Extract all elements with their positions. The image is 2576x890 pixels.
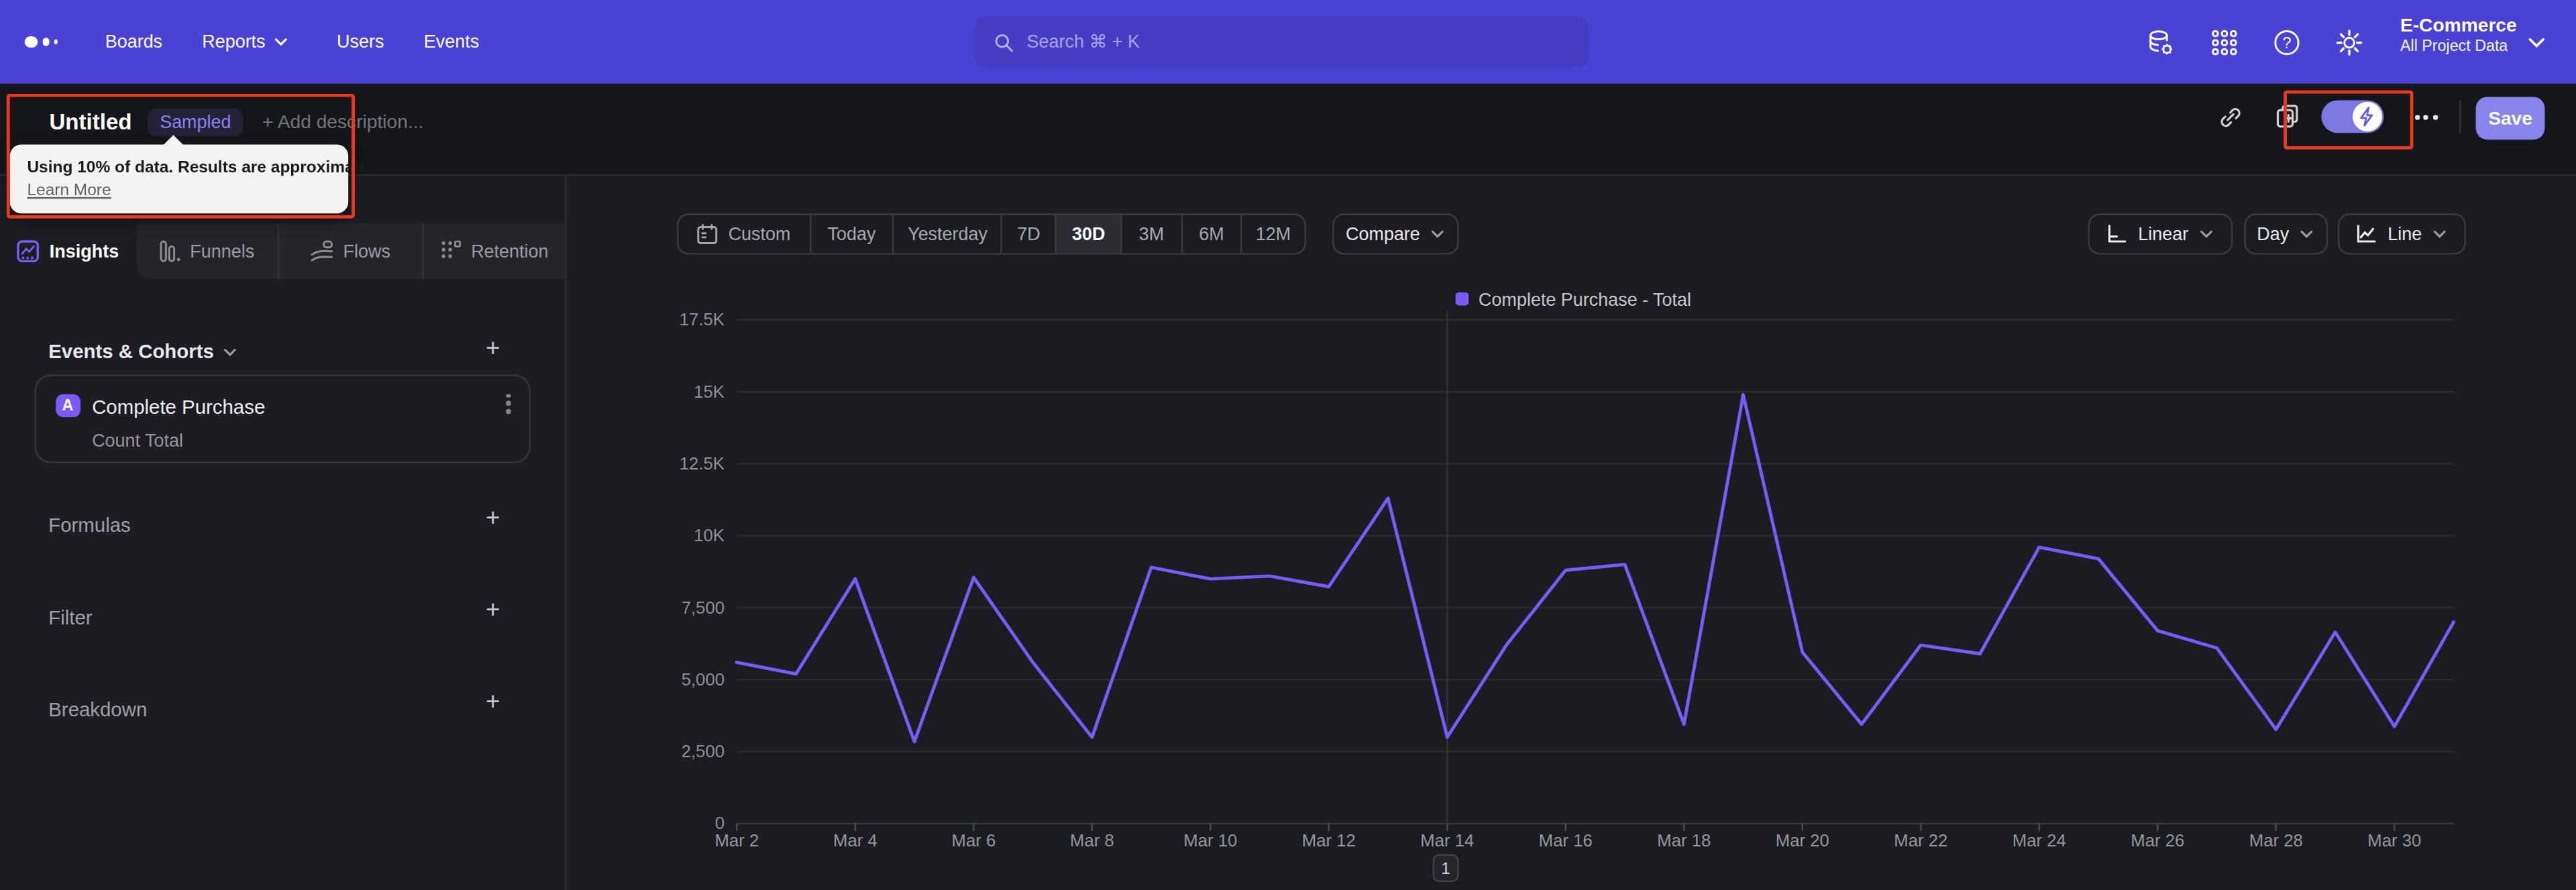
apps-grid-icon[interactable]	[2210, 27, 2239, 56]
chevron-down-icon	[1432, 229, 1445, 237]
help-icon[interactable]: ?	[2272, 27, 2302, 56]
mixpanel-logo-icon[interactable]	[25, 0, 58, 84]
svg-text:Mar 24: Mar 24	[2012, 831, 2066, 850]
annotation-rect-title	[7, 94, 355, 219]
retention-icon	[440, 240, 462, 262]
project-name: E-Commerce	[2400, 15, 2517, 36]
svg-text:Mar 28: Mar 28	[2249, 831, 2303, 850]
nav-item-boards[interactable]: Boards	[105, 0, 162, 84]
svg-text:10K: 10K	[694, 526, 724, 545]
svg-text:?: ?	[2283, 34, 2292, 51]
range-yesterday[interactable]: Yesterday	[893, 215, 1002, 252]
legend-label: Complete Purchase - Total	[1479, 289, 1691, 309]
svg-text:Mar 6: Mar 6	[952, 831, 996, 850]
tab-insights[interactable]: Insights	[0, 223, 136, 278]
nav-item-reports[interactable]: Reports	[202, 0, 286, 84]
page-number[interactable]: 1	[1433, 854, 1459, 882]
nav-item-users[interactable]: Users	[337, 0, 384, 84]
tab-flows[interactable]: Flows	[278, 223, 421, 278]
settings-gear-icon[interactable]	[2334, 27, 2364, 56]
add-breakdown-button[interactable]: +	[480, 688, 506, 714]
chart-legend[interactable]: Complete Purchase - Total	[1456, 289, 1691, 309]
event-card[interactable]: A Complete Purchase Count Total	[34, 374, 529, 462]
event-series-badge: A	[56, 394, 80, 418]
add-formula-button[interactable]: +	[480, 504, 506, 531]
svg-text:2,500: 2,500	[682, 742, 724, 761]
chevron-down-icon	[224, 347, 237, 355]
line-chart-icon	[2357, 223, 2378, 244]
event-options-button[interactable]	[506, 394, 510, 414]
svg-text:Mar 2: Mar 2	[715, 831, 759, 850]
filter-row-label: Filter	[48, 606, 92, 629]
scale-button[interactable]: Linear	[2088, 213, 2232, 254]
calendar-icon	[697, 223, 718, 244]
svg-text:Mar 12: Mar 12	[1302, 831, 1356, 850]
search-input[interactable]: Search ⌘ + K	[974, 16, 1589, 67]
compare-button[interactable]: Compare	[1332, 213, 1458, 254]
divider	[2459, 100, 2461, 133]
svg-text:Mar 30: Mar 30	[2367, 831, 2421, 850]
top-nav: Boards Reports Users Events Search ⌘ + K	[0, 0, 2576, 84]
more-options-button[interactable]	[2415, 115, 2437, 119]
svg-text:Mar 16: Mar 16	[1539, 831, 1593, 850]
app-root: Boards Reports Users Events Search ⌘ + K	[0, 0, 2576, 890]
funnels-icon	[159, 239, 180, 262]
formulas-row-label: Formulas	[48, 514, 130, 537]
svg-text:Mar 18: Mar 18	[1657, 831, 1711, 850]
report-tabs: Insights Funnels	[0, 223, 565, 278]
events-cohorts-header[interactable]: Events & Cohorts	[48, 340, 237, 363]
inactive-tabs: Funnels Flows	[136, 223, 565, 278]
add-event-button[interactable]: +	[480, 335, 506, 361]
data-management-icon[interactable]	[2145, 27, 2175, 56]
interval-button[interactable]: Day	[2243, 213, 2327, 254]
svg-text:5,000: 5,000	[682, 670, 724, 689]
svg-text:Mar 14: Mar 14	[1420, 831, 1474, 850]
range-3m[interactable]: 3M	[1120, 215, 1181, 252]
legend-swatch	[1456, 292, 1469, 306]
chevron-down-icon	[2433, 229, 2447, 237]
linear-scale-icon	[2107, 223, 2129, 244]
nav-item-events[interactable]: Events	[424, 0, 479, 84]
project-selector[interactable]: E-Commerce All Project Data	[2400, 15, 2517, 54]
save-button[interactable]: Save	[2476, 96, 2545, 139]
svg-text:12.5K: 12.5K	[680, 454, 724, 473]
chevron-down-icon	[274, 38, 287, 46]
add-filter-button[interactable]: +	[480, 596, 506, 622]
annotation-rect-toggle	[2284, 89, 2412, 148]
svg-text:Mar 22: Mar 22	[1894, 831, 1947, 850]
svg-text:Mar 20: Mar 20	[1776, 831, 1829, 850]
tab-funnels[interactable]: Funnels	[136, 223, 278, 278]
range-12m[interactable]: 12M	[1240, 215, 1304, 252]
svg-text:17.5K: 17.5K	[680, 310, 724, 329]
svg-text:Mar 8: Mar 8	[1070, 831, 1114, 850]
range-6m[interactable]: 6M	[1181, 215, 1240, 252]
search-icon	[994, 32, 1014, 52]
range-today[interactable]: Today	[809, 215, 892, 252]
svg-text:7,500: 7,500	[682, 598, 724, 617]
date-range-control: Custom Today Yesterday 7D 30D 3M 6M 12M	[677, 213, 1306, 254]
insights-icon	[17, 239, 40, 262]
chevron-down-icon	[2200, 229, 2213, 237]
search-placeholder: Search ⌘ + K	[1027, 32, 1140, 53]
chevron-down-icon	[2300, 229, 2314, 237]
svg-text:Mar 10: Mar 10	[1183, 831, 1237, 850]
svg-text:Mar 26: Mar 26	[2131, 831, 2184, 850]
breakdown-row-label: Breakdown	[48, 698, 147, 721]
chart-type-button[interactable]: Line	[2338, 213, 2465, 254]
range-7d[interactable]: 7D	[1001, 215, 1055, 252]
report-header: Untitled Sampled + Add description... Sa…	[0, 84, 2576, 176]
tab-retention[interactable]: Retention	[421, 223, 565, 278]
query-sidebar: Insights Funnels	[0, 176, 567, 890]
project-scope: All Project Data	[2400, 36, 2517, 54]
svg-text:Mar 4: Mar 4	[833, 831, 877, 850]
svg-text:0: 0	[715, 814, 724, 832]
project-chevron-down-icon	[2528, 38, 2544, 48]
flows-icon	[311, 239, 333, 262]
range-custom[interactable]: Custom	[678, 215, 809, 252]
range-30d[interactable]: 30D	[1055, 215, 1120, 252]
copy-link-icon[interactable]	[2216, 103, 2245, 131]
event-name[interactable]: Complete Purchase	[92, 396, 265, 419]
svg-text:15K: 15K	[694, 382, 724, 401]
event-aggregation[interactable]: Count Total	[92, 431, 183, 450]
